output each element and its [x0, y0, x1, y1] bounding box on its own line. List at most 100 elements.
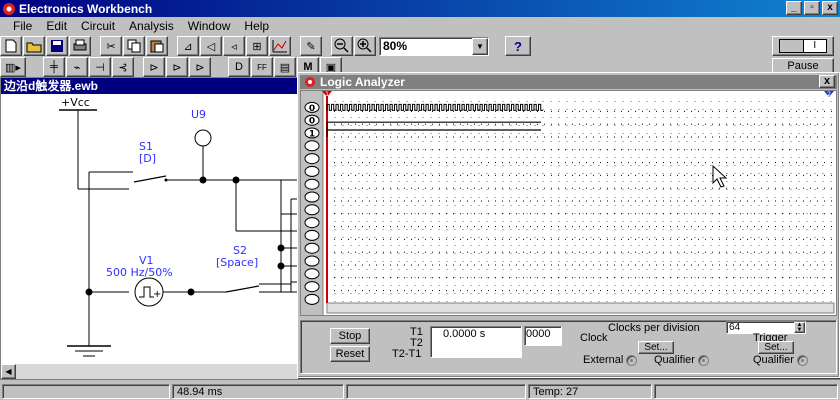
paste-icon[interactable]: [146, 36, 168, 56]
clock-set-button[interactable]: Set...: [638, 341, 674, 354]
mixed-ic-bin-icon[interactable]: ⊳: [166, 57, 188, 77]
menu-window[interactable]: Window: [181, 19, 238, 33]
channel-pin-9[interactable]: [304, 217, 320, 229]
chevron-down-icon[interactable]: ▼: [472, 37, 488, 55]
channel-pin-15[interactable]: [304, 293, 320, 305]
menu-circuit[interactable]: Circuit: [74, 19, 122, 33]
junction: [187, 288, 195, 296]
basic-bin-icon[interactable]: ⌁: [66, 57, 88, 77]
menu-file[interactable]: File: [6, 19, 39, 33]
open-folder-icon[interactable]: [23, 36, 45, 56]
channel-pin-12[interactable]: [304, 255, 320, 267]
minimize-button[interactable]: _: [786, 1, 802, 15]
app-title-bar: Electronics Workbench _ ▫ x: [0, 0, 840, 17]
indicators-bin-icon[interactable]: ▤: [274, 57, 296, 77]
diodes-bin-icon[interactable]: ⊣: [89, 57, 111, 77]
subcircuit-icon[interactable]: ⊞: [246, 36, 268, 56]
external-label: External: [583, 354, 638, 366]
print-icon[interactable]: [69, 36, 91, 56]
channel-pin-6[interactable]: [304, 178, 320, 190]
s2-key: [Space]: [216, 256, 258, 269]
stop-button[interactable]: Stop: [330, 328, 370, 344]
app-icon: [3, 2, 15, 15]
trigger-qualifier-text: Qualifier: [753, 354, 794, 366]
s1-key: [D]: [139, 152, 156, 165]
logic-analyzer-icon: [305, 77, 315, 87]
s2-switch-blade[interactable]: [225, 285, 260, 293]
clock-label: Clock: [580, 332, 608, 344]
zoom-in-icon[interactable]: [354, 36, 376, 56]
u9-probe[interactable]: [194, 129, 212, 147]
sources-bin-icon[interactable]: ╪: [43, 57, 65, 77]
logic-analyzer-title-bar: Logic Analyzer x: [300, 75, 837, 89]
channel-pin-8[interactable]: [304, 204, 320, 216]
external-text: External: [583, 354, 624, 366]
flip-vertical-icon[interactable]: ◃: [223, 36, 245, 56]
zoom-out-icon[interactable]: [331, 36, 353, 56]
rotate-icon[interactable]: ⊿: [177, 36, 199, 56]
u9-label: U9: [191, 108, 206, 121]
channel-pin-3[interactable]: [304, 140, 320, 152]
digital-bin-icon[interactable]: FF: [251, 57, 273, 77]
qualifier-label: Qualifier: [654, 354, 710, 366]
status-blank-2: [346, 384, 526, 399]
v1-value: 500 Hz/50%: [106, 266, 173, 279]
clock-set-label: Set...: [644, 342, 668, 353]
transistors-bin-icon[interactable]: ⊰: [112, 57, 134, 77]
new-file-icon[interactable]: [0, 36, 22, 56]
channel-pin-10[interactable]: [304, 229, 320, 241]
help-label: ?: [514, 38, 522, 54]
logic-gates-bin-icon[interactable]: D: [228, 57, 250, 77]
cursor-t1-label: 1: [325, 91, 329, 98]
clocks-per-division-label: Clocks per division: [608, 322, 700, 334]
reset-label: Reset: [335, 348, 365, 360]
graph-icon[interactable]: [269, 36, 291, 56]
vcc-label: +Vcc: [61, 96, 90, 109]
clock-qualifier-radio[interactable]: [698, 354, 710, 366]
hex-value: 0000: [526, 328, 551, 340]
save-icon[interactable]: [46, 36, 68, 56]
pause-label: Pause: [787, 60, 819, 72]
channel-pin-14[interactable]: [304, 281, 320, 293]
s1-switch-blade[interactable]: [133, 175, 167, 183]
logic-analyzer-close-button[interactable]: x: [819, 75, 835, 88]
app-title: Electronics Workbench: [19, 1, 153, 16]
trigger-qualifier-radio[interactable]: [797, 354, 809, 366]
status-bar: 48.94 ms Temp: 27: [0, 383, 840, 400]
analog-ic-bin-icon[interactable]: ⊳: [143, 57, 165, 77]
trigger-set-button[interactable]: Set...: [758, 341, 794, 354]
maximize-button[interactable]: ▫: [804, 1, 820, 15]
trigger-qualifier-label: Qualifier: [753, 354, 809, 366]
scroll-left-icon[interactable]: ◀: [1, 364, 16, 379]
qualifier-text: Qualifier: [654, 354, 695, 366]
channel-pin-11[interactable]: [304, 242, 320, 254]
spin-arrows-icon[interactable]: ▲ ▼: [794, 322, 805, 333]
stop-label: Stop: [338, 330, 362, 342]
help-button[interactable]: ?: [505, 36, 531, 56]
waveform-display[interactable]: 0 0 1 1 2: [301, 91, 836, 315]
component-properties-icon[interactable]: ✎: [300, 36, 322, 56]
reset-button[interactable]: Reset: [330, 346, 370, 362]
copy-icon[interactable]: [123, 36, 145, 56]
menu-help[interactable]: Help: [237, 19, 276, 33]
menu-edit[interactable]: Edit: [39, 19, 74, 33]
parts-bin-icon[interactable]: ▥▸: [0, 57, 26, 77]
channel-pin-5[interactable]: [304, 165, 320, 177]
menu-analysis[interactable]: Analysis: [122, 19, 181, 33]
logic-analyzer-controls: Stop Reset T1 T2 T2-T1 0.0000 s 0000 Clo…: [300, 318, 837, 376]
power-switch[interactable]: I: [772, 36, 834, 56]
v1-plus: +: [153, 289, 161, 300]
digital-ic-bin-icon[interactable]: ⊳: [189, 57, 211, 77]
channel-0-waveform: [326, 103, 543, 111]
logic-analyzer-title: Logic Analyzer: [320, 75, 405, 89]
channel-value-0: 0: [309, 104, 315, 114]
cut-icon[interactable]: ✂: [100, 36, 122, 56]
external-radio[interactable]: [626, 354, 638, 366]
flip-horizontal-icon[interactable]: ◁: [200, 36, 222, 56]
channel-pin-7[interactable]: [304, 191, 320, 203]
channel-pin-4[interactable]: [304, 153, 320, 165]
channel-pin-13[interactable]: [304, 268, 320, 280]
zoom-select[interactable]: 80% ▼: [379, 36, 489, 56]
close-button[interactable]: x: [822, 1, 838, 15]
hex-readout: 0000: [524, 326, 562, 346]
